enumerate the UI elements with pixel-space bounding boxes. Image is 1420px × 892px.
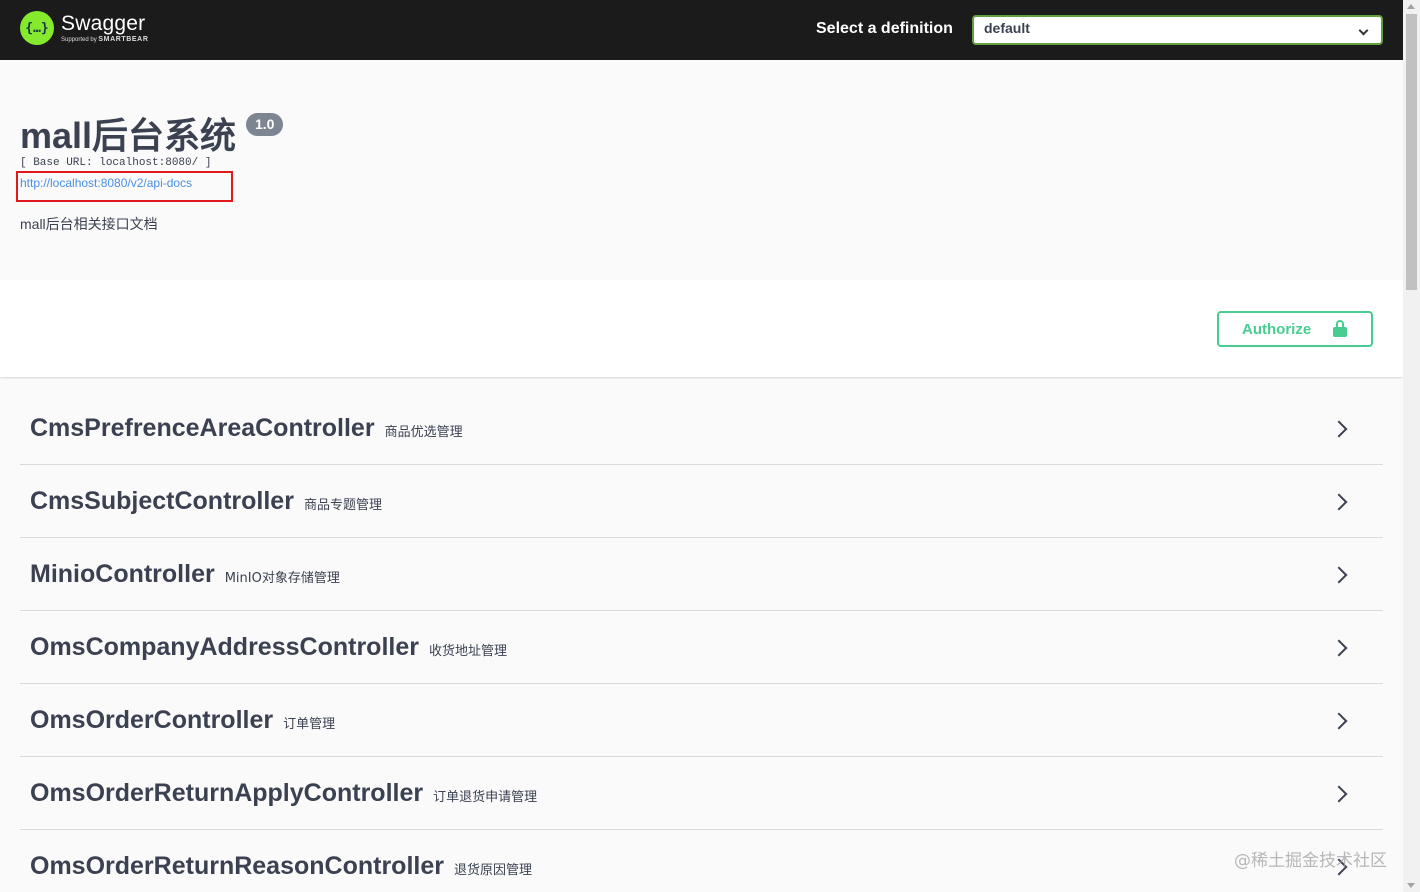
tag-description: 退货原因管理 <box>453 862 532 878</box>
swagger-logo[interactable]: {…} Swagger Supported by SMARTBEAR <box>20 11 149 45</box>
logo-sub-brand: SMARTBEAR <box>98 35 149 43</box>
lock-icon <box>1333 320 1348 338</box>
chevron-right-icon <box>1330 420 1348 438</box>
vertical-scrollbar[interactable] <box>1403 0 1420 892</box>
topbar: {…} Swagger Supported by SMARTBEAR Selec… <box>0 0 1403 60</box>
tag-section[interactable]: CmsPrefrenceAreaController 商品优选管理 <box>20 392 1383 465</box>
definition-label: Select a definition <box>816 20 953 37</box>
authorize-button[interactable]: Authorize <box>1217 311 1373 347</box>
chevron-right-icon <box>1330 785 1348 803</box>
chevron-right-icon <box>1330 493 1348 511</box>
tag-name: CmsPrefrenceAreaController <box>30 413 375 442</box>
chevron-right-icon <box>1330 712 1348 730</box>
base-url: [ Base URL: localhost:8080/ ] <box>20 157 212 169</box>
watermark: @稀土掘金技术社区 <box>1234 851 1387 871</box>
api-title: mall后台系统 <box>20 115 237 156</box>
scroll-thumb[interactable] <box>1406 14 1417 290</box>
tag-section[interactable]: CmsSubjectController 商品专题管理 <box>20 465 1383 538</box>
definition-selected-value: default <box>984 20 1030 36</box>
scroll-up-arrow-icon[interactable] <box>1407 4 1415 9</box>
authorize-label: Authorize <box>1242 320 1312 338</box>
tag-description: 收货地址管理 <box>428 643 507 659</box>
tag-section[interactable]: OmsCompanyAddressController 收货地址管理 <box>20 611 1383 684</box>
tag-name: OmsOrderController <box>30 705 274 734</box>
api-description: mall后台相关接口文档 <box>20 216 158 232</box>
logo-title: Swagger <box>61 11 146 35</box>
scroll-down-arrow-icon[interactable] <box>1407 883 1415 888</box>
tag-name: OmsOrderReturnApplyController <box>30 778 424 807</box>
tag-list: CmsPrefrenceAreaController 商品优选管理 CmsSub… <box>20 392 1383 892</box>
scheme-container: Authorize <box>0 280 1403 377</box>
chevron-down-icon <box>1358 25 1369 36</box>
swagger-logo-icon: {…} <box>20 11 54 45</box>
tag-name: CmsSubjectController <box>30 486 294 515</box>
tag-description: 商品优选管理 <box>384 424 463 440</box>
logo-subtitle: Supported by SMARTBEAR <box>61 36 149 44</box>
logo-sub-prefix: Supported by <box>61 36 97 43</box>
tag-name: OmsCompanyAddressController <box>30 632 419 661</box>
chevron-right-icon <box>1330 639 1348 657</box>
info-section: mall后台系统 1.0 [ Base URL: localhost:8080/… <box>0 60 1403 280</box>
tag-description: 订单管理 <box>283 716 336 732</box>
tag-name: MinioController <box>30 559 215 588</box>
chevron-right-icon <box>1330 566 1348 584</box>
tag-section[interactable]: OmsOrderReturnApplyController 订单退货申请管理 <box>20 757 1383 830</box>
version-badge: 1.0 <box>246 113 284 136</box>
tag-description: 商品专题管理 <box>303 497 382 513</box>
tag-section[interactable]: MinioController MinIO对象存储管理 <box>20 538 1383 611</box>
logo-text: Swagger Supported by SMARTBEAR <box>61 11 149 44</box>
tag-name: OmsOrderReturnReasonController <box>30 851 444 880</box>
definition-select[interactable]: default <box>972 15 1383 45</box>
tag-description: 订单退货申请管理 <box>433 789 538 805</box>
tag-section[interactable]: OmsOrderController 订单管理 <box>20 684 1383 757</box>
api-docs-link[interactable]: http://localhost:8080/v2/api-docs <box>20 176 192 190</box>
tag-description: MinIO对象存储管理 <box>224 570 340 586</box>
tag-section[interactable]: OmsOrderReturnReasonController 退货原因管理 <box>20 830 1383 892</box>
